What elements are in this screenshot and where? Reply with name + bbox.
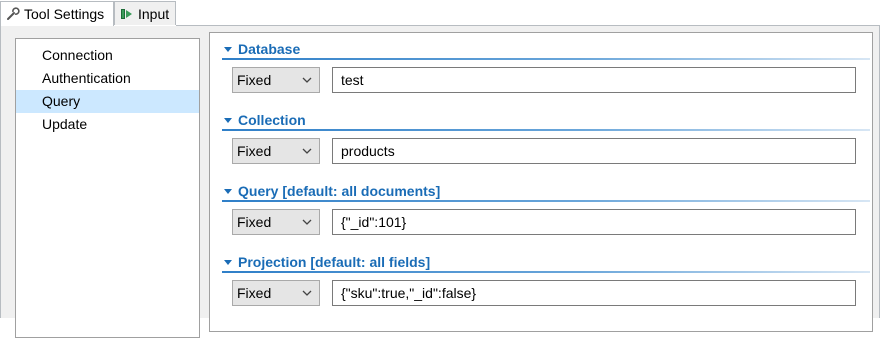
tab-strip: Tool Settings Input	[0, 0, 880, 26]
dropdown-value: Fixed	[237, 214, 272, 230]
chevron-down-icon	[295, 68, 319, 92]
sidebar-item-query[interactable]: Query	[16, 90, 199, 113]
database-input[interactable]: test	[332, 67, 856, 93]
chevron-down-icon	[224, 46, 232, 52]
settings-content: Database Fixed test Collection Fixed pro…	[209, 32, 873, 332]
chevron-down-icon	[295, 139, 319, 163]
section-collection: Collection Fixed products	[222, 109, 870, 166]
field-row: Fixed {"sku":true,"_id":false}	[222, 278, 870, 308]
section-database: Database Fixed test	[222, 38, 870, 95]
tab-label: Tool Settings	[24, 6, 105, 22]
section-projection: Projection [default: all fields] Fixed {…	[222, 251, 870, 308]
section-title: Query [default: all documents]	[238, 183, 441, 199]
dropdown-value: Fixed	[237, 72, 272, 88]
projection-input[interactable]: {"sku":true,"_id":false}	[332, 280, 856, 306]
settings-sidebar: Connection Authentication Query Update	[15, 38, 200, 338]
field-row: Fixed {"_id":101}	[222, 207, 870, 237]
sidebar-item-update[interactable]: Update	[16, 113, 199, 136]
tab-input[interactable]: Input	[114, 1, 176, 25]
section-title: Projection [default: all fields]	[238, 254, 431, 270]
sidebar-item-connection[interactable]: Connection	[16, 44, 199, 67]
wrench-icon	[7, 7, 20, 20]
field-row: Fixed products	[222, 136, 870, 166]
mode-dropdown[interactable]: Fixed	[232, 138, 320, 164]
section-header[interactable]: Database	[222, 38, 870, 60]
input-arrow-icon	[121, 8, 132, 19]
chevron-down-icon	[295, 281, 319, 305]
dropdown-value: Fixed	[237, 285, 272, 301]
section-header[interactable]: Projection [default: all fields]	[222, 251, 870, 273]
chevron-down-icon	[295, 210, 319, 234]
mode-dropdown[interactable]: Fixed	[232, 67, 320, 93]
section-title: Collection	[238, 112, 306, 128]
section-divider	[222, 200, 870, 202]
tab-label: Input	[138, 5, 170, 22]
dropdown-value: Fixed	[237, 143, 272, 159]
section-header[interactable]: Collection	[222, 109, 870, 131]
section-divider	[222, 129, 870, 131]
chevron-down-icon	[224, 259, 232, 265]
chevron-down-icon	[224, 117, 232, 123]
chevron-down-icon	[224, 188, 232, 194]
section-divider	[222, 58, 870, 60]
section-header[interactable]: Query [default: all documents]	[222, 180, 870, 202]
section-title: Database	[238, 41, 301, 57]
field-row: Fixed test	[222, 65, 870, 95]
collection-input[interactable]: products	[332, 138, 856, 164]
mode-dropdown[interactable]: Fixed	[232, 280, 320, 306]
mode-dropdown[interactable]: Fixed	[232, 209, 320, 235]
section-query: Query [default: all documents] Fixed {"_…	[222, 180, 870, 237]
section-divider	[222, 271, 870, 273]
tab-tool-settings[interactable]: Tool Settings	[0, 1, 114, 26]
settings-panel: Connection Authentication Query Update D…	[0, 26, 880, 338]
query-input[interactable]: {"_id":101}	[332, 209, 856, 235]
sidebar-item-authentication[interactable]: Authentication	[16, 67, 199, 90]
